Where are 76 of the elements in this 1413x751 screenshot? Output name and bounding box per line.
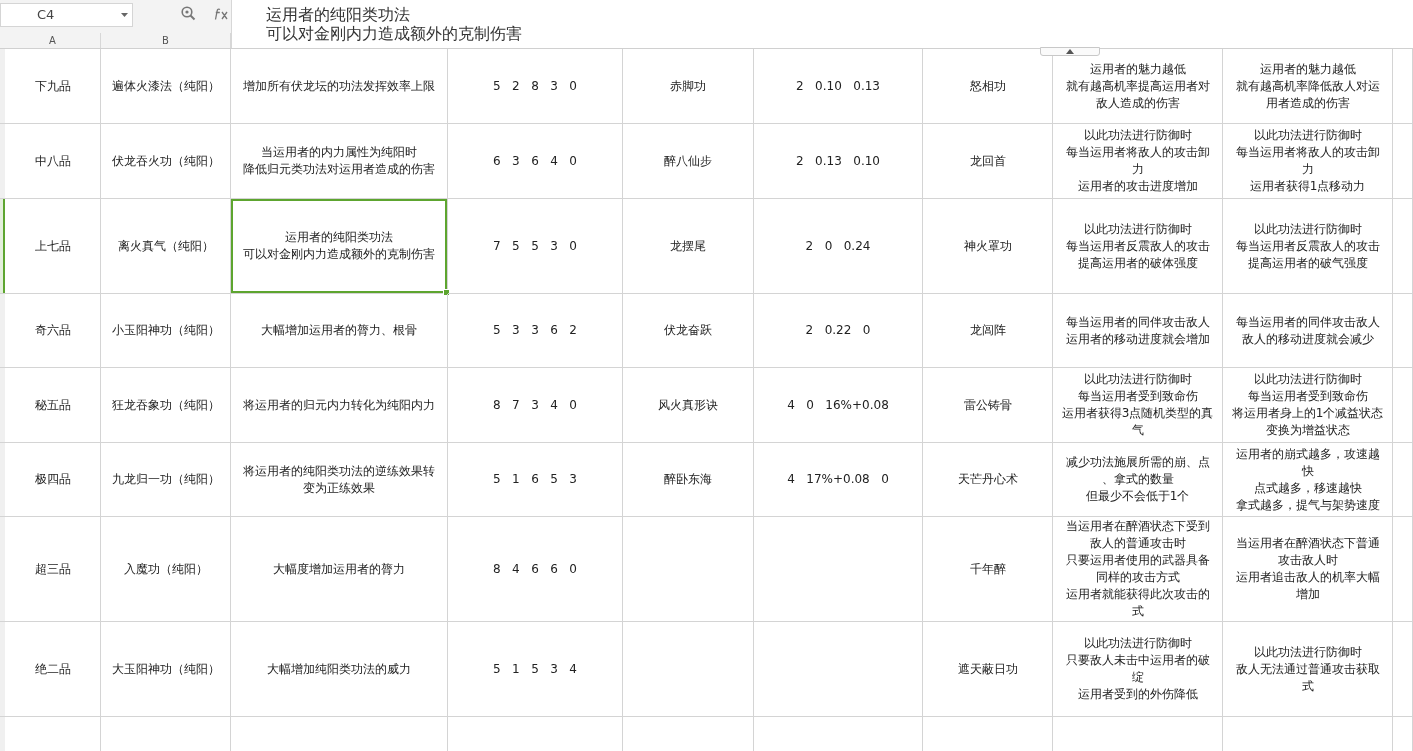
table-cell: 大幅增加纯阳类功法的威力: [231, 622, 448, 717]
table-cell: 运用者的魅力越低 就有越高机率降低敌人对运 用者造成的伤害: [1223, 49, 1393, 124]
table-cell: 奇六品: [5, 294, 101, 368]
table-cell: 当运用者在醉酒状态下普通 攻击敌人时 运用者追击敌人的机率大幅 增加: [1223, 517, 1393, 622]
table-cell: 龙回首: [923, 124, 1053, 199]
table-cell: 风火真形诀: [623, 368, 754, 443]
table-cell: 6 3 6 4 0: [448, 124, 623, 199]
table-cell: 4 17%+0.08 0: [754, 443, 923, 517]
table-cell: 减少功法施展所需的崩、点 、拿式的数量 但最少不会低于1个: [1053, 443, 1223, 517]
table-cell: 怒相功: [923, 49, 1053, 124]
table-cell: 千年醉: [923, 517, 1053, 622]
table-cell: 赤脚功: [623, 49, 754, 124]
table-cell: 小玉阳神功（纯阳）: [101, 294, 231, 368]
table-cell: 5 1 6 5 3: [448, 443, 623, 517]
table-cell: 狂龙吞象功（纯阳）: [101, 368, 231, 443]
table-cell: 增加所有伏龙坛的功法发挥效率上限: [231, 49, 448, 124]
table-cell: 4 0 16%+0.08: [754, 368, 923, 443]
collapse-button[interactable]: [1040, 47, 1100, 56]
dropdown-caret-icon: [121, 12, 128, 17]
table-cell: 当运用者在醉酒状态下受到 敌人的普通攻击时 只要运用者使用的武器具备 同样的攻击方式 运用者就能获得此次攻击的 式: [1053, 517, 1223, 622]
formula-bar[interactable]: 运用者的纯阳类功法 可以对金刚内力造成额外的克制伤害: [231, 0, 1413, 48]
table-cell: 神火罩功: [923, 199, 1053, 294]
table-cell: 伏龙奋跃: [623, 294, 754, 368]
table-cell: 8 7 3 4 0: [448, 368, 623, 443]
table-cell: 极四品: [5, 443, 101, 517]
table-cell: 醉八仙步: [623, 124, 754, 199]
table-cell: 2 0.13 0.10: [754, 124, 923, 199]
table-cell: 九龙归一功（纯阳）: [101, 443, 231, 517]
table-cell: 当运用者的内力属性为纯阳时 降低归元类功法对运用者造成的伤害: [231, 124, 448, 199]
table-cell: 以此功法进行防御时 只要敌人未击中运用者的破 绽 运用者受到的外伤降低: [1053, 622, 1223, 717]
table-cell: 5 3 3 6 2: [448, 294, 623, 368]
table-cell: 超三品: [5, 517, 101, 622]
table-cell: 下九品: [5, 49, 101, 124]
table-cell: 2 0.22 0: [754, 294, 923, 368]
table-cell: 以此功法进行防御时 每当运用者反震敌人的攻击 提高运用者的破体强度: [1053, 199, 1223, 294]
table-cell: 雷公铸骨: [923, 368, 1053, 443]
table-cell: 秘五品: [5, 368, 101, 443]
table-cell: 5 2 8 3 0: [448, 49, 623, 124]
table-cell: 遮天蔽日功: [923, 622, 1053, 717]
table-cell: 龙摆尾: [623, 199, 754, 294]
table-cell: 以此功法进行防御时 每当运用者受到致命伤 运用者获得3点随机类型的真 气: [1053, 368, 1223, 443]
table-cell: 龙闾阵: [923, 294, 1053, 368]
table-cell: 每当运用者的同伴攻击敌人 敌人的移动进度就会减少: [1223, 294, 1393, 368]
name-box[interactable]: C4: [0, 2, 133, 27]
table-cell: 大幅增加运用者的膂力、根骨: [231, 294, 448, 368]
table-cell: 运用者的崩式越多，攻速越 快 点式越多，移速越快 拿式越多，提气与架势速度: [1223, 443, 1393, 517]
table-cell: 将运用者的归元内力转化为纯阳内力: [231, 368, 448, 443]
table-cell: 以此功法进行防御时 每当运用者将敌人的攻击卸 力 运用者的攻击进度增加: [1053, 124, 1223, 199]
table-cell: 大幅度增加运用者的膂力: [231, 517, 448, 622]
table-cell: 上七品: [5, 199, 101, 294]
table-cell: 运用者的纯阳类功法 可以对金刚内力造成额外的克制伤害: [231, 199, 448, 294]
row-header[interactable]: [0, 199, 5, 294]
table-cell: 醉卧东海: [623, 443, 754, 517]
table-cell: 离火真气（纯阳）: [101, 199, 231, 294]
table-cell: 2 0.10 0.13: [754, 49, 923, 124]
zoom-icon[interactable]: [181, 6, 196, 21]
table-cell: 以此功法进行防御时 敌人无法通过普通攻击获取 式: [1223, 622, 1393, 717]
table-cell: 2 0 0.24: [754, 199, 923, 294]
table-cell: 遍体火漆法（纯阳）: [101, 49, 231, 124]
table-cell: 以此功法进行防御时 每当运用者受到致命伤 将运用者身上的1个减益状态 变换为增益状态: [1223, 368, 1393, 443]
table-cell: 7 5 5 3 0: [448, 199, 623, 294]
table-cell: 8 4 6 6 0: [448, 517, 623, 622]
table-cell: 每当运用者的同伴攻击敌人 运用者的移动进度就会增加: [1053, 294, 1223, 368]
table-cell: 大玉阳神功（纯阳）: [101, 622, 231, 717]
table-cell: 以此功法进行防御时 每当运用者将敌人的攻击卸 力 运用者获得1点移动力: [1223, 124, 1393, 199]
function-icon[interactable]: [214, 6, 230, 21]
table-cell: 入魔功（纯阳）: [101, 517, 231, 622]
table-cell: 中八品: [5, 124, 101, 199]
table-cell: 5 1 5 3 4: [448, 622, 623, 717]
table-cell: 运用者的魅力越低 就有越高机率提高运用者对 敌人造成的伤害: [1053, 49, 1223, 124]
table-cell: 将运用者的纯阳类功法的逆练效果转 变为正练效果: [231, 443, 448, 517]
table-cell: 绝二品: [5, 622, 101, 717]
column-header[interactable]: A: [5, 33, 101, 48]
table-cell: 以此功法进行防御时 每当运用者反震敌人的攻击 提高运用者的破气强度: [1223, 199, 1393, 294]
table-cell: 天芒丹心术: [923, 443, 1053, 517]
table-cell: 伏龙吞火功（纯阳）: [101, 124, 231, 199]
